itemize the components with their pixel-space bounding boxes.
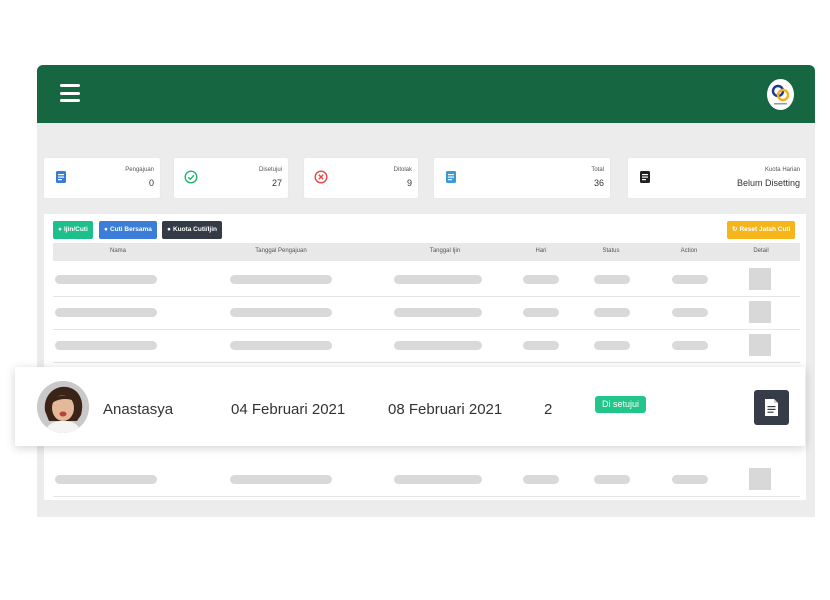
stat-value: 36 — [593, 178, 604, 188]
stat-card-ditolak: Ditolak 9 — [304, 158, 418, 198]
stat-card-total: Total 36 — [434, 158, 610, 198]
cuti-bersama-button[interactable]: ● Cuti Bersama — [99, 221, 157, 239]
column-header-hari: Hari — [535, 248, 547, 254]
detail-button[interactable] — [754, 390, 789, 425]
izin-cuti-button[interactable]: ● Ijin/Cuti — [53, 221, 93, 239]
stat-card-kuota-harian: Kuota Harian Belum Disetting — [628, 158, 806, 198]
column-header-tanggal-pengajuan: Tanggal Pengajuan — [255, 248, 307, 254]
document-icon — [56, 171, 66, 183]
column-header-tanggal-ijin: Tanggal Ijin — [429, 248, 461, 254]
tanggal-pengajuan-value: 04 Februari 2021 — [231, 401, 346, 418]
chat-icon: ● — [167, 226, 171, 233]
status-badge: Di setujui — [595, 396, 647, 413]
check-circle-icon — [184, 170, 198, 184]
top-bar — [37, 65, 815, 123]
stat-label: Total — [591, 167, 604, 173]
stat-value: 27 — [271, 178, 282, 188]
stat-value: 9 — [406, 178, 412, 188]
employee-name: Anastasya — [103, 401, 174, 418]
stat-card-disetujui: Disetujui 27 — [174, 158, 288, 198]
table-row — [53, 463, 800, 497]
column-header-nama: Nama — [109, 248, 127, 254]
table-header: Nama Tanggal Pengajuan Tanggal Ijin Hari… — [53, 243, 800, 261]
kuota-cuti-button[interactable]: ● Kuota Cuti/Ijin — [162, 221, 222, 239]
highlighted-table-row[interactable]: Anastasya 04 Februari 2021 08 Februari 2… — [15, 367, 805, 446]
column-header-detail: Detail — [753, 248, 769, 254]
stat-value: Belum Disetting — [736, 178, 800, 188]
stat-label: Disetujui — [258, 167, 282, 173]
stat-label: Ditolak — [393, 167, 412, 173]
table-row — [53, 263, 800, 297]
app-window: Pengajuan 0 Disetujui 27 Ditolak 9 Total… — [37, 65, 815, 517]
leave-table-panel: ● Ijin/Cuti ● Cuti Bersama ● Kuota Cuti/Iji… — [44, 214, 806, 500]
stat-value: 0 — [148, 178, 154, 188]
stat-label: Kuota Harian — [764, 167, 800, 173]
stat-label: Pengajuan — [125, 167, 154, 173]
hari-value: 2 — [544, 401, 553, 418]
document-icon — [765, 399, 778, 416]
refresh-icon: ↻ — [732, 226, 738, 233]
tanggal-ijin-value: 08 Februari 2021 — [388, 401, 503, 418]
column-header-action: Action — [680, 248, 698, 254]
chat-icon: ● — [58, 226, 62, 233]
menu-icon[interactable] — [60, 84, 80, 102]
x-circle-icon — [314, 170, 328, 184]
table-row — [53, 296, 800, 330]
brand-logo — [767, 79, 794, 110]
table-row — [53, 329, 800, 363]
avatar — [37, 381, 89, 433]
column-header-status: Status — [602, 248, 620, 254]
document-icon — [446, 171, 456, 183]
chat-icon: ● — [104, 226, 108, 233]
note-icon — [640, 171, 650, 183]
reset-jatah-cuti-button[interactable]: ↻ Reset Jatah Cuti — [727, 221, 796, 239]
stat-card-pengajuan: Pengajuan 0 — [44, 158, 160, 198]
